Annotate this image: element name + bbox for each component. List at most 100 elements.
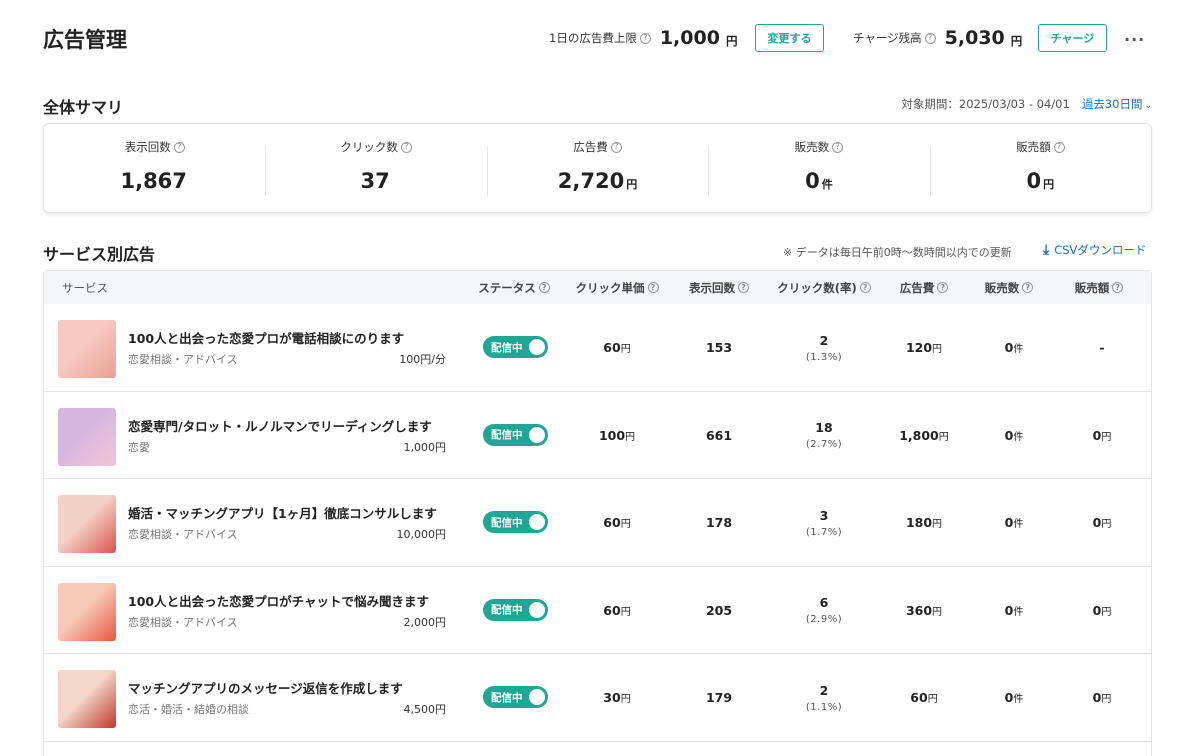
help-icon[interactable]: ? [610,141,622,153]
metric-value: 0 [1026,169,1042,193]
csv-download-label: CSVダウンロード [1054,243,1147,257]
impressions-cell: 178 [705,515,733,530]
cpc-cell: 30円 [603,690,631,705]
chevron-down-icon: ⌄ [1144,101,1152,111]
status-label: 配信中 [491,341,523,354]
service-title[interactable]: 100人と出会った恋愛プロが電話相談にのります [128,328,404,347]
table-row[interactable]: 婚活・マッチングアプリ【1ヶ月】徹底コンサルします 恋愛相談・アドバイス 10,… [44,479,1151,567]
sales-amount-cell: 0円 [1092,602,1112,618]
col-cpc: クリック単価? [567,271,667,304]
help-icon[interactable]: ? [1112,282,1124,293]
service-category: 恋愛相談・アドバイス [128,528,238,541]
table-row[interactable]: 100人と出会った恋愛プロが電話相談にのります 恋愛相談・アドバイス 100円/… [44,304,1151,392]
help-icon[interactable]: ? [937,282,949,293]
service-price: 2,000円 [403,615,447,629]
service-thumbnail[interactable] [58,495,116,553]
col-service: サービス [62,280,108,295]
service-thumbnail[interactable] [58,582,116,641]
cpc-cell: 60円 [603,515,631,530]
status-toggle[interactable]: 配信中 [483,336,548,358]
table-row[interactable]: 恋愛専門/タロット・ルノルマンでリーディングします 恋愛 1,000円 配信中 … [44,392,1151,479]
col-status: ステータス? [474,271,554,304]
metric-label: クリック数 [340,140,398,154]
service-title[interactable]: 100人と出会った恋愛プロがチャットで悩み聞きます [128,591,429,610]
clicks-cell: 2 (1.1%) [805,682,843,713]
change-limit-button[interactable]: 変更する [755,24,824,52]
balance-value: 5,030 [944,27,1005,49]
sales-count-cell: 0件 [1004,427,1024,443]
metric-value: 37 [360,169,390,193]
help-icon[interactable]: ? [400,141,412,153]
balance-label: チャージ残高 [853,31,922,45]
col-sales-count: 販売数? [974,271,1044,304]
cost-cell: 360円 [905,602,943,618]
metric-unit: 円 [626,178,638,191]
impressions-cell: 179 [705,690,733,705]
metric-sales-count: 販売数? 0件 [708,124,929,212]
help-icon[interactable]: ? [538,282,550,293]
help-icon[interactable]: ? [639,32,651,44]
status-toggle[interactable]: 配信中 [483,686,548,708]
metric-label: 販売数 [794,140,830,154]
page-title: 広告管理 [43,28,127,52]
metric-clicks: クリック数? 37 [265,124,486,212]
sales-count-cell: 0件 [1004,602,1024,618]
period-select-label: 過去30日間 [1081,97,1143,111]
help-icon[interactable]: ? [1022,282,1034,293]
period-row: 対象期間：2025/03/03 - 04/01 過去30日間 ⌄ [901,96,1152,112]
service-thumbnail[interactable] [58,670,116,728]
clicks-cell: 18 (2.7%) [805,420,843,450]
table-header: サービス ステータス? クリック単価? 表示回数? クリック数(率)? 広告費?… [44,271,1151,304]
service-thumbnail[interactable] [58,320,116,378]
download-icon: ⤓ [1043,242,1050,258]
status-label: 配信中 [491,691,523,704]
help-icon[interactable]: ? [832,141,844,153]
col-cost: 広告費? [884,271,964,304]
cost-cell: 120円 [905,340,943,355]
service-thumbnail[interactable] [58,407,116,466]
charge-balance: チャージ残高 ? 5,030 円 [853,24,1022,52]
more-options-icon[interactable]: ··· [1124,30,1145,49]
sales-count-cell: 0件 [1004,515,1024,530]
period-select[interactable]: 過去30日間 ⌄ [1082,96,1152,112]
table-row[interactable]: マッチングアプリのメッセージ返信を作成します 恋活・婚活・結婚の相談 4,500… [44,654,1151,742]
sales-amount-cell: 0円 [1092,690,1112,705]
status-label: 配信中 [491,604,523,616]
clicks-cell: 2 (1.3%) [805,332,843,363]
help-icon[interactable]: ? [647,282,659,293]
service-category: 恋活・婚活・結婚の相談 [128,703,249,716]
daily-limit-unit: 円 [725,34,738,48]
toggle-knob [529,689,545,705]
cost-cell: 1,800円 [899,427,949,443]
csv-download-link[interactable]: ⤓ CSVダウンロード [1043,242,1146,258]
status-toggle[interactable]: 配信中 [483,511,548,533]
sales-amount-cell: 0円 [1092,427,1112,443]
service-title[interactable]: 恋愛専門/タロット・ルノルマンでリーディングします [128,416,432,435]
status-label: 配信中 [491,516,523,529]
col-impressions: 表示回数? [674,271,764,304]
sales-count-cell: 0件 [1004,340,1024,355]
metric-value: 1,867 [120,169,187,193]
status-label: 配信中 [491,429,523,441]
charge-button[interactable]: チャージ [1038,24,1107,52]
page-header: 広告管理 1日の広告費上限 ? 1,000 円 変更する チャージ残高 ? 5,… [0,0,1190,76]
sales-amount-cell: - [1099,340,1105,355]
metric-label: 表示回数 [124,140,171,154]
service-category: 恋愛相談・アドバイス [128,615,238,629]
toggle-knob [529,514,545,530]
help-icon[interactable]: ? [1053,141,1065,153]
help-icon[interactable]: ? [738,282,749,293]
status-toggle[interactable]: 配信中 [483,423,548,446]
table-row[interactable]: 100人と出会った恋愛プロがチャットで悩み聞きます 恋愛相談・アドバイス 2,0… [44,567,1151,654]
metric-value: 0 [805,169,820,193]
daily-limit-value: 1,000 [659,27,720,49]
service-title[interactable]: 婚活・マッチングアプリ【1ヶ月】徹底コンサルします [128,503,437,522]
toggle-knob [529,601,545,618]
status-toggle[interactable]: 配信中 [483,598,548,621]
help-icon[interactable]: ? [173,141,185,153]
help-icon[interactable]: ? [859,282,871,293]
services-title: サービス別広告 [43,245,156,264]
service-title[interactable]: マッチングアプリのメッセージ返信を作成します [128,678,403,697]
help-icon[interactable]: ? [924,32,936,44]
col-sales-amount: 販売額? [1064,271,1134,304]
